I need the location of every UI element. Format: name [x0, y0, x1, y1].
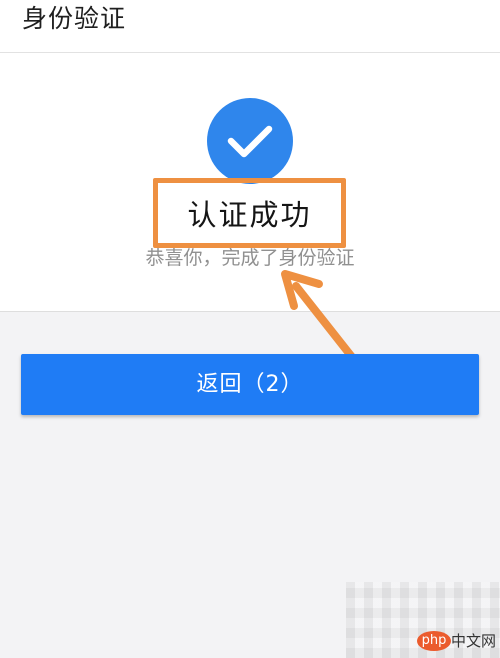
watermark-site-text: 中文网 [451, 632, 497, 650]
verification-result-panel: 认证成功 恭喜你，完成了身份验证 [0, 53, 500, 312]
page-header: 身份验证 [0, 0, 500, 53]
success-check-icon [207, 98, 293, 184]
verification-success-title: 认证成功 [187, 198, 312, 232]
php-logo-icon: php [417, 631, 451, 651]
page-title: 身份验证 [22, 4, 127, 33]
back-button[interactable]: 返回（2） [21, 354, 479, 415]
checkmark-icon [227, 125, 273, 158]
verification-success-message: 恭喜你，完成了身份验证 [145, 247, 355, 269]
